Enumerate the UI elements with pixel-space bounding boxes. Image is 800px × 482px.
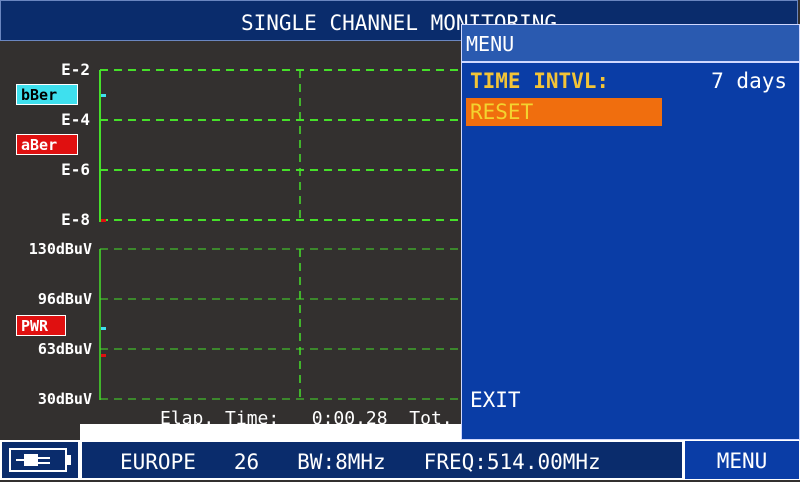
aber-trace-point <box>101 219 106 222</box>
ber-label-e6: E-6 <box>61 160 90 179</box>
frequency-text: FREQ:514.00MHz <box>423 450 601 474</box>
pwr-trace-point-red <box>101 354 106 357</box>
exit-menu-item[interactable]: EXIT <box>470 388 521 412</box>
ber-label-e8: E-8 <box>61 210 90 229</box>
pwr-label-96: 96dBuV <box>37 290 92 308</box>
pwr-legend-tag: PWR <box>16 315 66 336</box>
bber-legend-tag: bBer <box>16 84 78 105</box>
options-menu-panel: MENU TIME INTVL: 7 days RESET EXIT <box>461 24 800 440</box>
battery-status <box>0 440 80 480</box>
pwr-label-130: 130dBuV <box>28 240 92 258</box>
bandwidth-text: BW:8MHz <box>297 450 386 474</box>
reset-menu-item[interactable]: RESET <box>466 98 662 126</box>
pwr-label-30: 30dBuV <box>37 390 92 408</box>
ber-label-e2: E-2 <box>61 60 90 79</box>
pwr-label-63: 63dBuV <box>37 340 92 358</box>
ber-label-e4: E-4 <box>61 110 90 129</box>
aber-legend-tag: aBer <box>16 134 78 155</box>
bber-trace-point <box>101 94 106 97</box>
time-interval-value[interactable]: 7 days <box>711 69 787 93</box>
channel-status-bar: EUROPE 26 BW:8MHz FREQ:514.00MHz <box>80 440 684 480</box>
region-text: EUROPE <box>120 450 196 474</box>
channel-number: 26 <box>233 450 260 474</box>
pwr-trace-point-cyan <box>101 327 106 330</box>
menu-header: MENU <box>462 25 799 63</box>
menu-button[interactable]: MENU <box>684 440 800 480</box>
time-interval-label[interactable]: TIME INTVL: <box>470 69 609 93</box>
battery-plug-icon <box>9 448 71 472</box>
